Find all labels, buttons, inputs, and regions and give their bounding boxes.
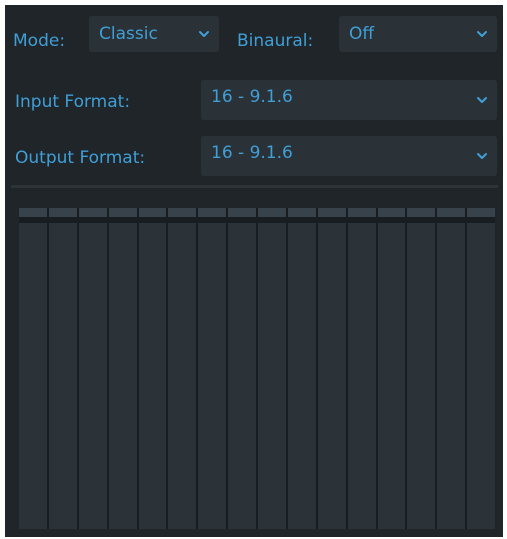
output-format-dropdown[interactable]: 16 - 9.1.6 xyxy=(201,136,497,176)
meter-bar xyxy=(377,223,406,529)
meter-bar xyxy=(347,223,376,529)
meter-peak-indicator xyxy=(347,208,376,217)
channel-meter xyxy=(168,208,197,529)
meter-bar xyxy=(407,223,436,529)
meter-bar xyxy=(198,223,227,529)
channel-meter xyxy=(258,208,286,529)
meter-peak-indicator xyxy=(258,208,286,217)
mode-dropdown[interactable]: Classic xyxy=(89,16,219,52)
meter-bar xyxy=(437,223,466,529)
channel-meter xyxy=(48,208,77,529)
meter-bar xyxy=(228,223,256,529)
meter-peak-indicator xyxy=(437,208,466,217)
meter-peak-indicator xyxy=(78,208,107,217)
meter-bar xyxy=(108,223,137,529)
mode-value: Classic xyxy=(99,24,158,44)
meter-bar xyxy=(19,223,47,529)
mode-label: Mode: xyxy=(13,31,66,51)
meter-bar xyxy=(168,223,197,529)
input-format-label: Input Format: xyxy=(15,92,131,112)
channel-meter xyxy=(347,208,376,529)
channel-meter xyxy=(407,208,436,529)
chevron-down-icon xyxy=(477,97,487,103)
meter-peak-indicator xyxy=(228,208,256,217)
meter-peak-indicator xyxy=(138,208,167,217)
input-format-value: 16 - 9.1.6 xyxy=(211,87,293,107)
channel-meter xyxy=(467,208,495,529)
channel-meter xyxy=(108,208,137,529)
meter-bar xyxy=(287,223,316,529)
channel-meters xyxy=(19,208,495,529)
channel-meter xyxy=(437,208,466,529)
meter-peak-indicator xyxy=(168,208,197,217)
meter-bar xyxy=(48,223,77,529)
output-format-label: Output Format: xyxy=(15,148,146,168)
binaural-label: Binaural: xyxy=(237,31,314,51)
channel-meter xyxy=(287,208,316,529)
input-format-dropdown[interactable]: 16 - 9.1.6 xyxy=(201,80,497,120)
meter-peak-indicator xyxy=(287,208,316,217)
binaural-value: Off xyxy=(349,24,375,44)
meter-bar xyxy=(78,223,107,529)
meter-peak-indicator xyxy=(317,208,346,217)
meter-peak-indicator xyxy=(407,208,436,217)
meter-peak-indicator xyxy=(108,208,137,217)
meter-peak-indicator xyxy=(48,208,77,217)
chevron-down-icon xyxy=(199,31,209,37)
channel-meter xyxy=(317,208,346,529)
meter-bar xyxy=(258,223,286,529)
meter-bar xyxy=(138,223,167,529)
meter-bar xyxy=(467,223,495,529)
spatial-settings-panel: Mode: Classic Binaural: Off Input Format… xyxy=(5,5,503,537)
channel-meter xyxy=(377,208,406,529)
binaural-dropdown[interactable]: Off xyxy=(339,16,497,52)
meter-peak-indicator xyxy=(467,208,495,217)
channel-meter xyxy=(138,208,167,529)
meter-peak-indicator xyxy=(377,208,406,217)
channel-meter xyxy=(19,208,47,529)
output-format-value: 16 - 9.1.6 xyxy=(211,143,293,163)
chevron-down-icon xyxy=(477,31,487,37)
channel-meter xyxy=(228,208,256,529)
channel-meter xyxy=(198,208,227,529)
meter-peak-indicator xyxy=(19,208,47,217)
section-divider xyxy=(11,185,498,188)
meter-bar xyxy=(317,223,346,529)
chevron-down-icon xyxy=(477,153,487,159)
meter-peak-indicator xyxy=(198,208,227,217)
channel-meter xyxy=(78,208,107,529)
